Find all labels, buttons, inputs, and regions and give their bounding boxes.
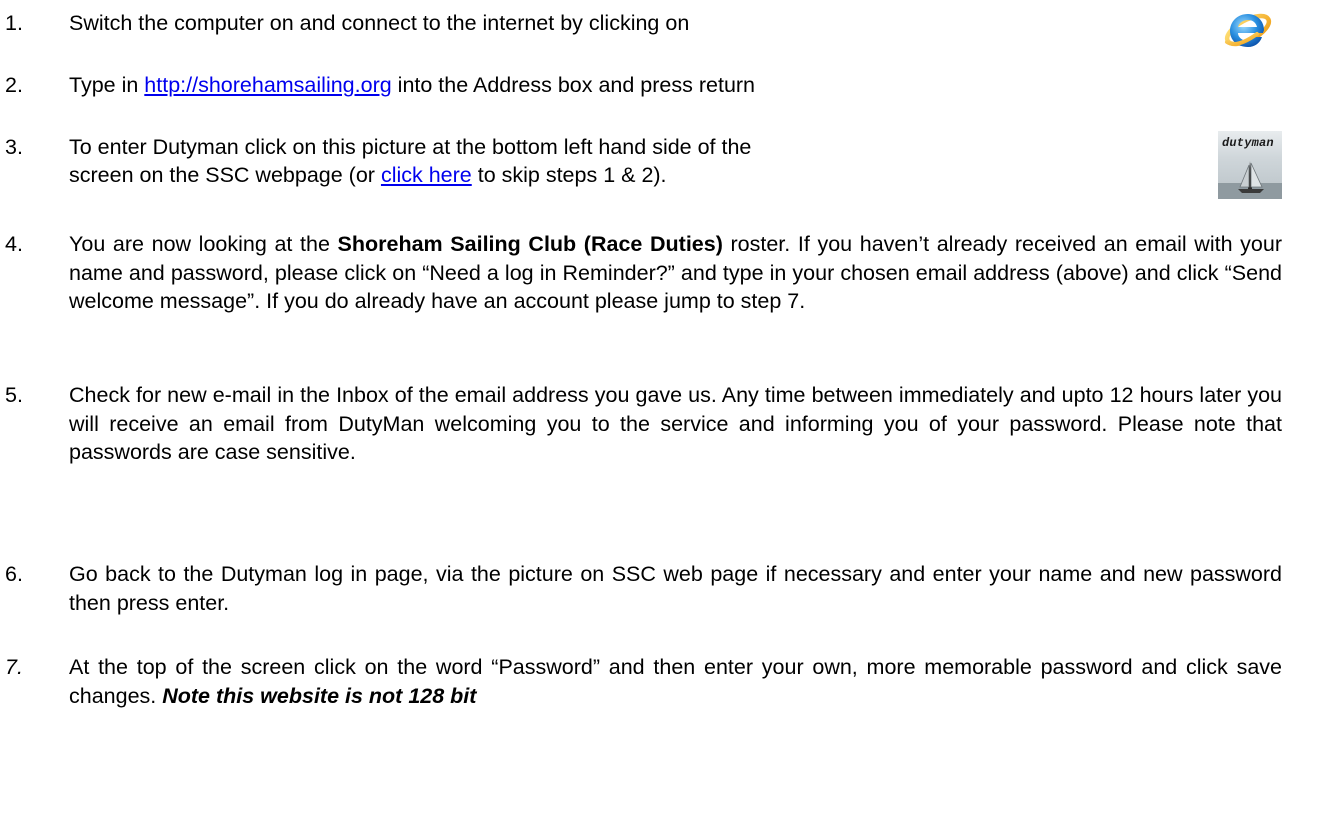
step-number: 7. — [5, 655, 23, 679]
step-number: 4. — [5, 232, 23, 256]
step-text: You are now looking at the — [69, 232, 338, 256]
dutyman-picture[interactable]: dutyman — [1218, 131, 1282, 199]
step-number: 2. — [5, 73, 23, 97]
internet-explorer-icon[interactable] — [1221, 6, 1273, 54]
step-text: into the Address box and press return — [391, 73, 756, 97]
roster-name: Shoreham Sailing Club (Race Duties) — [337, 232, 723, 256]
step-text: Go back to the Dutyman log in page, via … — [69, 562, 1282, 615]
step-text: Type in — [69, 73, 145, 97]
click-here-link[interactable]: click here — [381, 163, 472, 187]
step-number: 1. — [5, 11, 23, 35]
step-text: screen on the SSC webpage (or — [69, 163, 381, 187]
step-text: Check for new e-mail in the Inbox of the… — [69, 383, 1282, 464]
step-number: 3. — [5, 135, 23, 159]
instructions-document: 1. Switch the computer on and connect to… — [0, 0, 1317, 814]
dutyman-word: dutyman — [1222, 136, 1274, 150]
step-text: To enter Dutyman click on this picture a… — [69, 135, 752, 159]
step-number: 6. — [5, 562, 23, 586]
step-text: Switch the computer on and connect to th… — [69, 11, 690, 35]
step-text: to skip steps 1 & 2). — [471, 163, 667, 187]
security-note: Note this website is not 128 bit — [162, 683, 477, 708]
shorehamsailing-link[interactable]: http://shorehamsailing.org — [144, 73, 391, 97]
step-number: 5. — [5, 383, 23, 407]
